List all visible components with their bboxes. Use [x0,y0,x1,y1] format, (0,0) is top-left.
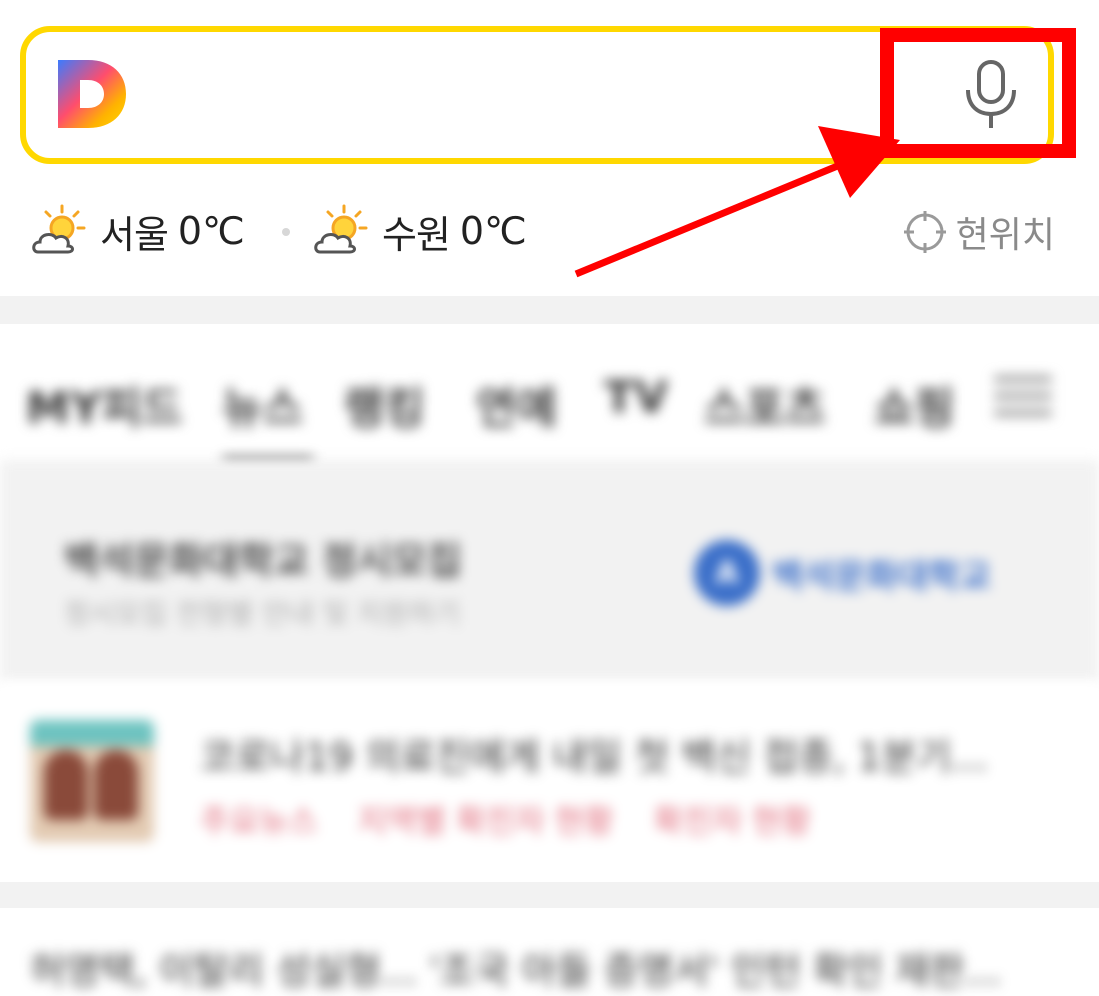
crosshair-icon [903,211,946,253]
weather-city: 서울 [100,212,169,257]
tab-sports[interactable]: 스포츠 [704,372,825,436]
location-label: 현위치 [955,215,1055,256]
partly-cloudy-icon [32,204,86,254]
ad-title: 백석문화대학교 정시모집 [64,539,462,583]
weather-city: 수원 [382,212,451,257]
current-location-button[interactable]: 현위치 [903,206,1055,258]
news-tag[interactable]: 확진자 현황 [654,796,811,842]
weather-temp: 0℃ [459,209,527,253]
tab-myfeed[interactable]: MY피드 [26,372,183,436]
ad-logo-text: 백석문화대학교 [772,556,991,597]
tab-shopping[interactable]: 쇼핑 [874,372,955,436]
tab-news[interactable]: 뉴스 [222,372,303,436]
category-tabs: MY피드 뉴스 랭킹 연예 TV 스포츠 쇼핑 [0,324,1099,463]
weather-temp: 0℃ [177,209,245,253]
news-tags: 주요뉴스 지역별 확진자 현황 확진자 현황 [200,796,811,842]
daum-logo [58,60,126,128]
ad-logo: A 백석문화대학교 [694,540,991,606]
tab-entertainment[interactable]: 연예 [476,372,557,436]
highlight-box [880,28,1076,158]
tab-ranking[interactable]: 랭킹 [344,372,425,436]
section-divider [0,882,1099,908]
news-thumbnail [30,720,154,842]
news-title: 코로나19 의료진에게 내일 첫 백신 접종, 1분기... [200,735,988,779]
news-tag[interactable]: 주요뉴스 [200,796,318,842]
partly-cloudy-icon [314,204,368,254]
news-tag[interactable]: 지역별 확진자 현황 [358,796,614,842]
weather-suwon[interactable]: 수원 0℃ [310,196,527,266]
tab-tv[interactable]: TV [604,372,668,423]
separator-dot [282,228,290,236]
news-headline[interactable]: 허영택, 이탈리 성실형... '조국 아들 증명서' 인턴 확인 재판... [30,940,1001,995]
menu-icon[interactable] [994,376,1052,416]
weather-seoul[interactable]: 서울 0℃ [28,196,245,266]
ad-logo-emblem: A [694,540,760,606]
news-list-item[interactable]: 코로나19 의료진에게 내일 첫 백신 접종, 1분기... 주요뉴스 지역별 … [0,682,1099,882]
section-divider [0,296,1099,324]
ad-banner[interactable]: 백석문화대학교 정시모집 정시모집 전형별 안내 및 지원하기 A 백석문화대학… [0,460,1099,682]
ad-subtitle: 정시모집 전형별 안내 및 지원하기 [64,597,461,630]
